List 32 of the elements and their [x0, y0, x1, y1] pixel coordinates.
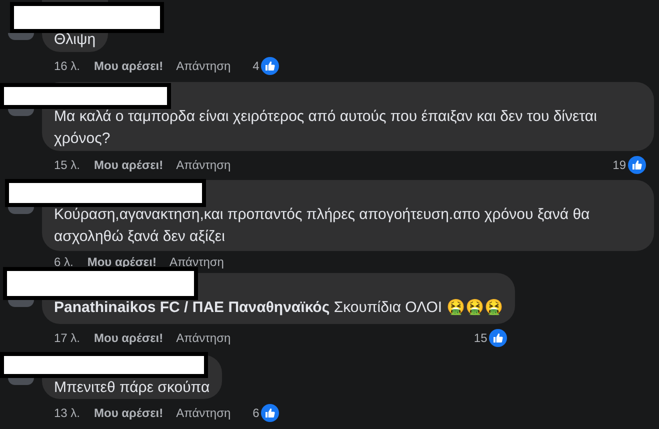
thumbs-up-icon — [489, 329, 508, 347]
comment-text: Panathinaikos FC / ΠΑΕ Παναθηναϊκός Σκουπίδια ΟΛΟΙ 🤮🤮🤮 — [54, 298, 504, 318]
comment-time[interactable]: 15 λ. — [54, 156, 80, 174]
like-link[interactable]: Μου αρέσει! — [94, 329, 164, 347]
comment-text: Θλιψη — [54, 30, 96, 50]
like-link[interactable]: Μου αρέσει! — [87, 253, 156, 271]
reply-link[interactable]: Απάντηση — [176, 329, 231, 347]
comment-text: Μα καλά ο ταμπορδα είναι χειρότερος από αυτούς που έπαιξαν και δεν του δίνεται χρόνος? — [54, 107, 598, 149]
thumbs-up-icon — [261, 57, 280, 75]
reaction-count[interactable]: 15 — [452, 329, 508, 347]
comment-text: Κούραση,αγανακτηση,και προπαντός πλήρες απογοήτευση.απο χρόνου ξανά θα ασχοληθώ ξανά δεν αξίζει — [54, 205, 591, 247]
like-link[interactable]: Μου αρέσει! — [94, 57, 164, 75]
comment-time[interactable]: 16 λ. — [54, 57, 80, 75]
reply-link[interactable]: Απάντηση — [169, 253, 224, 271]
like-link[interactable]: Μου αρέσει! — [94, 404, 164, 422]
comment-time[interactable]: 6 λ. — [54, 253, 74, 271]
like-link[interactable]: Μου αρέσει! — [94, 156, 164, 174]
reaction-number: 19 — [612, 157, 626, 174]
reaction-number: 15 — [474, 330, 488, 347]
thumbs-up-icon — [628, 156, 646, 174]
thumbs-up-icon — [261, 404, 280, 422]
comment-time[interactable]: 17 λ. — [54, 329, 80, 347]
reaction-number: 4 — [252, 58, 260, 75]
comment-time[interactable]: 13 λ. — [54, 404, 80, 422]
reply-link[interactable]: Απάντηση — [176, 404, 231, 422]
reaction-count[interactable]: 6 — [230, 404, 280, 422]
reaction-count[interactable]: 4 — [230, 57, 280, 75]
reaction-number: 6 — [252, 405, 260, 422]
reply-link[interactable]: Απάντηση — [176, 156, 231, 174]
reaction-count[interactable]: 19 — [590, 156, 646, 174]
reply-link[interactable]: Απάντηση — [176, 57, 231, 75]
comment-text: Μπενιτεθ πάρε σκούπα — [54, 378, 210, 398]
